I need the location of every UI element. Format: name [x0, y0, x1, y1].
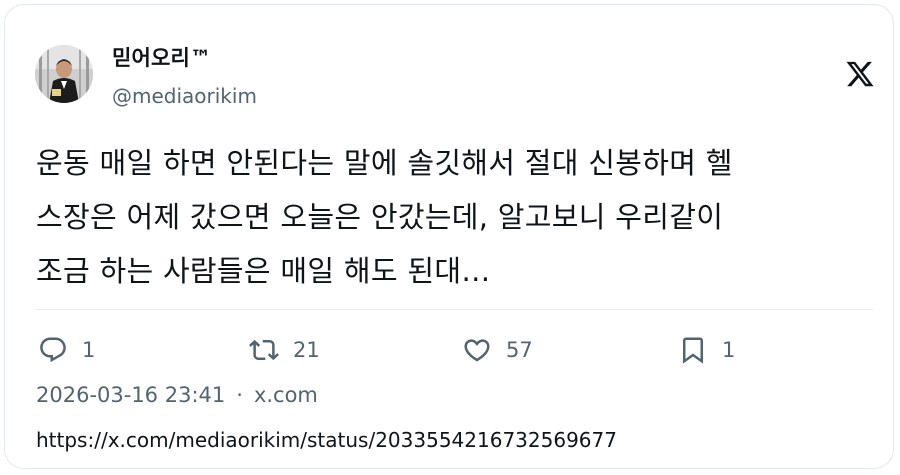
- retweet-count: 21: [293, 338, 320, 362]
- author-handle[interactable]: @mediaorikim: [112, 84, 257, 108]
- x-logo-icon[interactable]: [845, 59, 875, 89]
- tweet-line: 스장은 어제 갔으면 오늘은 안갔는데, 알고보니 우리같이: [36, 200, 724, 234]
- like-button[interactable]: 57: [462, 335, 533, 365]
- tweet-line: 조금 하는 사람들은 매일 해도 된대…: [36, 254, 491, 288]
- tweet-meta: 2026-03-16 23:41 · x.com: [36, 383, 318, 407]
- tweet-url[interactable]: https://x.com/mediaorikim/status/2033554…: [36, 428, 617, 452]
- reply-count: 1: [82, 338, 96, 362]
- bookmark-button[interactable]: 1: [678, 335, 735, 365]
- like-count: 57: [506, 338, 533, 362]
- tweet-line: 운동 매일 하면 안된다는 말에 솔깃해서 절대 신봉하며 헬: [36, 146, 733, 180]
- meta-separator: ·: [236, 383, 243, 407]
- reply-button[interactable]: 1: [38, 335, 95, 365]
- author-name[interactable]: 믿어오리™: [112, 42, 211, 72]
- avatar-photo: [35, 45, 93, 103]
- bookmark-icon: [683, 337, 703, 364]
- avatar[interactable]: [35, 45, 93, 103]
- divider: [35, 309, 873, 310]
- retweet-button[interactable]: 21: [249, 335, 320, 365]
- retweet-icon: [249, 339, 279, 361]
- source-link[interactable]: x.com: [254, 383, 318, 407]
- timestamp[interactable]: 2026-03-16 23:41: [36, 383, 225, 407]
- bookmark-count: 1: [722, 338, 736, 362]
- tweet-card: 믿어오리™ @mediaorikim 운동 매일 하면 안된다는 말에 솔깃해서…: [4, 4, 894, 469]
- heart-icon: [464, 339, 490, 362]
- tweet-text: 운동 매일 하면 안된다는 말에 솔깃해서 절대 신봉하며 헬 스장은 어제 갔…: [36, 136, 876, 298]
- reply-icon: [40, 337, 66, 363]
